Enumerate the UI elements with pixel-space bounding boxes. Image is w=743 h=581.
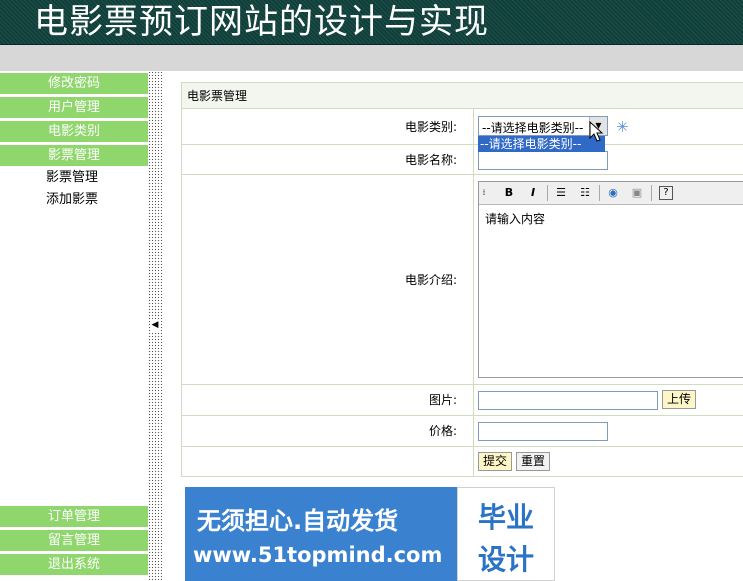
label-name: 电影名称: — [182, 145, 474, 174]
row-intro: 电影介绍: ⁞ B I ☰ ☷ ◉ ▣ ? 请输入内容 — [181, 175, 743, 385]
label-price: 价格: — [182, 416, 474, 446]
toolbar-separator — [599, 185, 600, 201]
menu-message-management[interactable]: 留言管理 — [0, 530, 148, 551]
image-icon[interactable]: ▣ — [629, 185, 645, 201]
toolbar-separator — [651, 185, 652, 201]
panel-title: 电影票管理 — [181, 82, 743, 109]
menu-change-password[interactable]: 修改密码 — [0, 73, 148, 94]
loading-spinner-icon: ✳ — [616, 118, 629, 136]
upload-button[interactable]: 上传 — [662, 390, 697, 409]
category-option[interactable]: --请选择电影类别-- — [478, 136, 605, 152]
reset-button[interactable]: 重置 — [516, 452, 551, 471]
menu-order-management[interactable]: 订单管理 — [0, 506, 148, 527]
menu-logout[interactable]: 退出系统 — [0, 554, 148, 575]
menu-movie-category[interactable]: 电影类别 — [0, 121, 148, 142]
banner-slogan: 无须担心.自动发货 — [197, 507, 399, 535]
menu-ticket-management[interactable]: 影票管理 — [0, 145, 148, 166]
row-category: 电影类别: --请选择电影类别-- ▼ --请选择电影类别-- ✳ — [181, 109, 743, 152]
menu-user-management[interactable]: 用户管理 — [0, 97, 148, 118]
link-icon[interactable]: ◉ — [605, 185, 621, 201]
price-input[interactable] — [478, 422, 608, 441]
collapse-arrow-icon[interactable]: ◀ — [150, 319, 160, 331]
bold-icon[interactable]: B — [501, 185, 517, 201]
row-price: 价格: — [181, 416, 743, 447]
row-actions: 提交 重置 — [181, 447, 743, 477]
toolbar-separator — [547, 185, 548, 201]
help-icon[interactable]: ? — [659, 186, 673, 200]
category-select-value: --请选择电影类别-- — [482, 121, 584, 135]
italic-icon[interactable]: I — [525, 185, 541, 201]
movie-name-input[interactable] — [478, 151, 608, 170]
submenu-ticket-management[interactable]: 影票管理 — [46, 168, 98, 188]
editor-toolbar: ⁞ B I ☰ ☷ ◉ ▣ ? — [479, 182, 743, 205]
row-name: 电影名称: — [181, 145, 743, 175]
banner-url: www.51topmind.com — [193, 543, 443, 567]
ordered-list-icon[interactable]: ☰ — [553, 185, 569, 201]
editor-content[interactable]: 请输入内容 — [485, 210, 545, 227]
toolbar-grip-icon: ⁞ — [482, 188, 486, 197]
site-header: 电影票预订网站的设计与实现 — [0, 0, 743, 45]
row-image: 图片: 上传 — [181, 385, 743, 416]
ad-banner[interactable]: 无须担心.自动发货 www.51topmind.com 毕业 设计 — [185, 487, 555, 581]
rich-text-editor[interactable]: ⁞ B I ☰ ☷ ◉ ▣ ? 请输入内容 — [478, 181, 743, 378]
site-title: 电影票预订网站的设计与实现 — [34, 2, 489, 42]
unordered-list-icon[interactable]: ☷ — [577, 185, 593, 201]
mouse-cursor-icon — [589, 121, 604, 142]
sidebar: 修改密码 用户管理 电影类别 影票管理 影票管理 添加影票 订单管理 留言管理 … — [0, 71, 148, 581]
banner-tag-line1: 毕业 — [477, 501, 534, 534]
label-intro: 电影介绍: — [182, 175, 474, 384]
submenu-add-ticket[interactable]: 添加影票 — [46, 190, 98, 210]
submit-button[interactable]: 提交 — [478, 452, 513, 471]
banner-tag-line2: 设计 — [477, 543, 534, 576]
label-category: 电影类别: — [182, 109, 474, 144]
sidebar-splitter[interactable]: ◀ — [148, 71, 162, 581]
image-path-input[interactable] — [478, 391, 658, 410]
header-subbar — [0, 45, 743, 71]
label-image: 图片: — [182, 385, 474, 415]
